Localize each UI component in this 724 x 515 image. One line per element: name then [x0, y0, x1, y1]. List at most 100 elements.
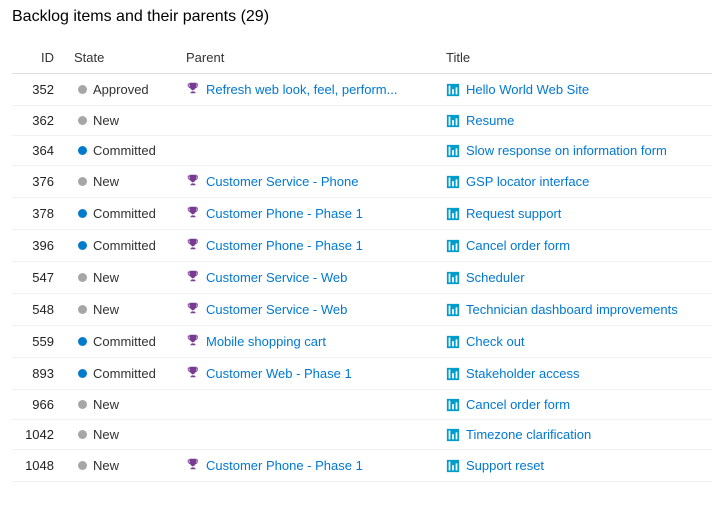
cell-parent: Customer Service - Web [178, 262, 438, 294]
title-link[interactable]: Support reset [466, 458, 544, 473]
state-label: New [93, 458, 119, 473]
backlog-item-icon [446, 271, 460, 285]
cell-title: Cancel order form [438, 390, 712, 420]
state-label: New [93, 113, 119, 128]
column-header-parent[interactable]: Parent [178, 44, 438, 74]
cell-id: 378 [12, 198, 70, 230]
cell-id: 1042 [12, 420, 70, 450]
table-row[interactable]: 548NewCustomer Service - WebTechnician d… [12, 294, 712, 326]
title-link[interactable]: GSP locator interface [466, 174, 589, 189]
parent-link[interactable]: Customer Service - Web [206, 302, 347, 317]
title-link[interactable]: Slow response on information form [466, 143, 667, 158]
cell-parent: Customer Phone - Phase 1 [178, 450, 438, 482]
cell-state: New [70, 450, 178, 482]
feature-icon [186, 81, 200, 98]
cell-id: 362 [12, 106, 70, 136]
cell-title: Stakeholder access [438, 358, 712, 390]
feature-icon [186, 205, 200, 222]
cell-state: New [70, 294, 178, 326]
cell-parent [178, 390, 438, 420]
backlog-item-icon [446, 335, 460, 349]
backlog-item-icon [446, 175, 460, 189]
column-header-title[interactable]: Title [438, 44, 712, 74]
cell-parent: Refresh web look, feel, perform... [178, 74, 438, 106]
cell-id: 559 [12, 326, 70, 358]
table-row[interactable]: 376NewCustomer Service - PhoneGSP locato… [12, 166, 712, 198]
cell-state: Approved [70, 74, 178, 106]
cell-id: 966 [12, 390, 70, 420]
parent-link[interactable]: Customer Service - Web [206, 270, 347, 285]
cell-state: Committed [70, 198, 178, 230]
title-link[interactable]: Request support [466, 206, 561, 221]
page-title: Backlog items and their parents (29) [12, 8, 712, 26]
backlog-item-icon [446, 144, 460, 158]
table-row[interactable]: 352Approved Refresh web look, feel, perfo… [12, 74, 712, 106]
cell-id: 1048 [12, 450, 70, 482]
title-link[interactable]: Stakeholder access [466, 366, 579, 381]
parent-link[interactable]: Mobile shopping cart [206, 334, 326, 349]
title-link[interactable]: Cancel order form [466, 238, 570, 253]
table-row[interactable]: 966 New Cancel order form [12, 390, 712, 420]
table-row[interactable]: 362 New Resume [12, 106, 712, 136]
cell-id: 396 [12, 230, 70, 262]
feature-icon [186, 173, 200, 190]
cell-state: Committed [70, 230, 178, 262]
state-label: New [93, 174, 119, 189]
column-header-state[interactable]: State [70, 44, 178, 74]
cell-state: Committed [70, 326, 178, 358]
title-link[interactable]: Timezone clarification [466, 427, 591, 442]
title-link[interactable]: Resume [466, 113, 514, 128]
feature-icon [186, 237, 200, 254]
parent-link[interactable]: Customer Phone - Phase 1 [206, 206, 363, 221]
title-link[interactable]: Check out [466, 334, 525, 349]
backlog-item-icon [446, 303, 460, 317]
cell-title: Request support [438, 198, 712, 230]
cell-id: 893 [12, 358, 70, 390]
feature-icon [186, 457, 200, 474]
state-label: Committed [93, 366, 156, 381]
cell-id: 352 [12, 74, 70, 106]
title-link[interactable]: Hello World Web Site [466, 82, 589, 97]
parent-link[interactable]: Customer Phone - Phase 1 [206, 238, 363, 253]
state-dot-icon [78, 337, 87, 346]
cell-state: Committed [70, 136, 178, 166]
state-dot-icon [78, 461, 87, 470]
table-row[interactable]: 547New Customer Service - Web Scheduler [12, 262, 712, 294]
cell-state: New [70, 262, 178, 294]
cell-parent [178, 136, 438, 166]
state-label: New [93, 427, 119, 442]
state-dot-icon [78, 177, 87, 186]
state-dot-icon [78, 305, 87, 314]
cell-title: Timezone clarification [438, 420, 712, 450]
cell-parent: Customer Service - Web [178, 294, 438, 326]
cell-parent: Customer Web - Phase 1 [178, 358, 438, 390]
backlog-item-icon [446, 428, 460, 442]
parent-link[interactable]: Refresh web look, feel, perform... [206, 82, 397, 97]
backlog-item-icon [446, 83, 460, 97]
title-link[interactable]: Scheduler [466, 270, 525, 285]
table-row[interactable]: 396Committed Customer Phone - Phase 1 Canc… [12, 230, 712, 262]
cell-id: 547 [12, 262, 70, 294]
parent-link[interactable]: Customer Web - Phase 1 [206, 366, 352, 381]
backlog-item-icon [446, 459, 460, 473]
parent-link[interactable]: Customer Service - Phone [206, 174, 358, 189]
table-row[interactable]: 1042 New Timezone clarification [12, 420, 712, 450]
backlog-item-icon [446, 207, 460, 221]
cell-parent [178, 106, 438, 136]
state-dot-icon [78, 400, 87, 409]
table-row[interactable]: 364CommittedSlow response on information… [12, 136, 712, 166]
table-row[interactable]: 893 Committed Customer Web - Phase 1 Stakeh… [12, 358, 712, 390]
feature-icon [186, 333, 200, 350]
table-row[interactable]: 1048 New Customer Phone - Phase 1 Support r… [12, 450, 712, 482]
cell-title: Slow response on information form [438, 136, 712, 166]
state-label: New [93, 397, 119, 412]
title-link[interactable]: Technician dashboard improvements [466, 302, 678, 317]
column-header-id[interactable]: ID [12, 44, 70, 74]
state-dot-icon [78, 273, 87, 282]
title-text: Backlog items and their parents [12, 8, 236, 25]
parent-link[interactable]: Customer Phone - Phase 1 [206, 458, 363, 473]
table-row[interactable]: 378Committed Customer Phone - Phase 1 Requ… [12, 198, 712, 230]
state-label: New [93, 302, 119, 317]
table-row[interactable]: 559Committed Mobile shopping cart Check ou… [12, 326, 712, 358]
title-link[interactable]: Cancel order form [466, 397, 570, 412]
